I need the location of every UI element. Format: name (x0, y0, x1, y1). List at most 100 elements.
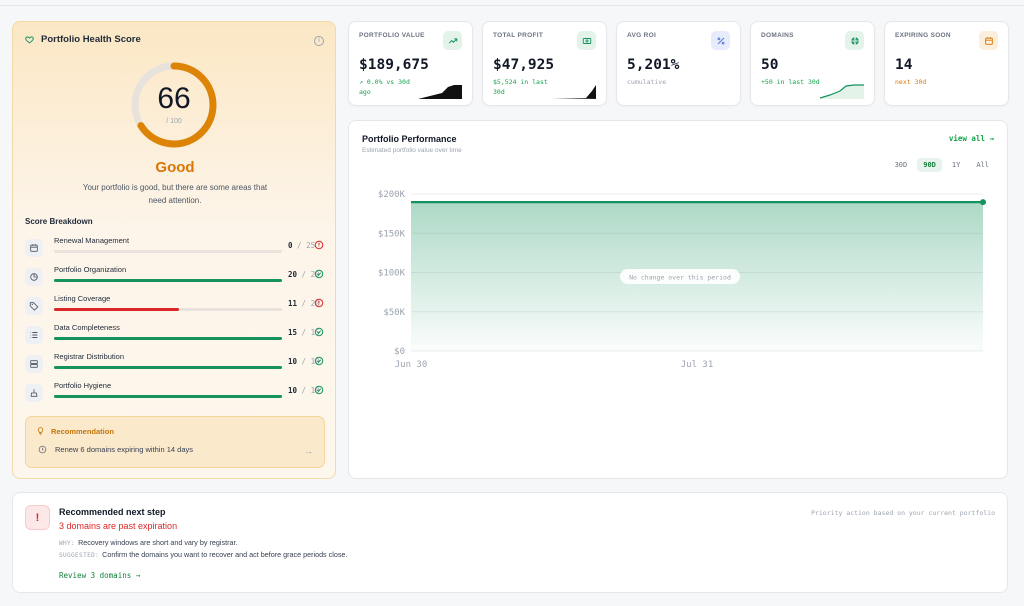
breakdown-bar (54, 308, 282, 311)
alert-circle-icon (314, 240, 324, 250)
check-circle-icon (314, 385, 324, 395)
x-tick-label: Jul 31 (681, 360, 714, 370)
kpi-sub: next 30d (895, 78, 927, 86)
calendar-alert-icon (979, 31, 998, 50)
kpi-label: TOTAL PROFIT (493, 32, 544, 39)
next-step-card: ! Recommended next step 3 domains are pa… (12, 492, 1008, 593)
breakdown-row[interactable]: Data Completeness 15 / 15 (25, 323, 325, 347)
score-description: Your portfolio is good, but there are so… (82, 183, 268, 205)
range-tab-1y[interactable]: 1Y (946, 158, 966, 172)
score-grade: Good (155, 159, 195, 176)
y-tick-label: $150K (378, 229, 406, 239)
alert-circle-icon (314, 298, 324, 308)
breakdown-bar (54, 337, 282, 340)
check-circle-icon (314, 327, 324, 337)
recommendation-item: Renew 6 domains expiring within 14 days (38, 445, 193, 454)
breakdown-row[interactable]: Listing Coverage 11 / 20 (25, 294, 325, 318)
list-icon (25, 326, 43, 344)
score-max: / 100 (166, 118, 182, 125)
series-end-point[interactable] (980, 199, 986, 206)
kpi-label: DOMAINS (761, 32, 794, 39)
kpi-card-expiring-soon[interactable]: EXPIRING SOON 14 next 30d (884, 21, 1009, 106)
recommendation-box[interactable]: Recommendation Renew 6 domains expiring … (25, 416, 325, 468)
check-circle-icon (314, 356, 324, 366)
sparkline (820, 84, 864, 99)
next-step-headline: 3 domains are past expiration (59, 521, 178, 531)
trend-up-icon: ↗ (359, 78, 367, 86)
y-tick-label: $200K (378, 190, 406, 200)
alert-icon: ! (25, 505, 50, 530)
kpi-sub: ↗ 0.0% vs 30d ago (359, 78, 410, 96)
money-icon (577, 31, 596, 50)
score-gauge: 66 / 100 (129, 60, 219, 150)
empty-note: No change over this period (629, 274, 731, 282)
next-step-suggested: SUGGESTED: Confirm the domains you want t… (59, 550, 348, 559)
range-tab-90d[interactable]: 90D (917, 158, 942, 172)
breakdown-bar-fill (54, 279, 282, 282)
health-title: Portfolio Health Score (25, 34, 141, 45)
kpi-value: $47,925 (493, 57, 555, 73)
breakdown-bar-fill (54, 337, 282, 340)
kpi-value: 5,201% (627, 57, 680, 73)
kpi-label: EXPIRING SOON (895, 32, 951, 39)
next-step-hint: Priority action based on your current po… (811, 509, 995, 517)
range-tab-30d[interactable]: 30D (889, 158, 914, 172)
breakdown-row[interactable]: Renewal Management 0 / 25 (25, 236, 325, 260)
trend-up-icon (443, 31, 462, 50)
pie-chart-icon (25, 268, 43, 286)
sparkline (552, 85, 596, 99)
range-tab-all[interactable]: All (970, 158, 995, 172)
breakdown-bar (54, 250, 282, 253)
globe-icon (845, 31, 864, 50)
x-tick-label: Jun 30 (395, 360, 428, 370)
clock-icon (38, 445, 47, 454)
arrow-right-icon[interactable]: → (304, 446, 313, 456)
server-icon (25, 355, 43, 373)
review-domains-link[interactable]: Review 3 domains → (59, 571, 140, 580)
broom-icon (25, 384, 43, 402)
breakdown-row[interactable]: Portfolio Organization 20 / 20 (25, 265, 325, 289)
breakdown-bar (54, 395, 282, 398)
y-tick-label: $50K (383, 308, 405, 318)
top-divider (0, 5, 1024, 6)
percent-icon (711, 31, 730, 50)
breakdown-bar-fill (54, 366, 282, 369)
breakdown-bar-fill (54, 395, 282, 398)
kpi-value: $189,675 (359, 57, 429, 73)
kpi-card-avg-roi[interactable]: AVG ROI 5,201% cumulative (616, 21, 741, 106)
breakdown-label: Portfolio Hygiene (54, 381, 112, 390)
info-icon[interactable]: i (314, 36, 324, 46)
next-step-title: Recommended next step (59, 507, 166, 517)
breakdown-label: Renewal Management (54, 236, 130, 245)
kpi-card-portfolio-value[interactable]: PORTFOLIO VALUE $189,675 ↗ 0.0% vs 30d ago (348, 21, 473, 106)
lightbulb-icon (37, 427, 44, 435)
y-tick-label: $100K (378, 269, 406, 279)
kpi-sub: cumulative (627, 78, 667, 86)
kpi-card-total-profit[interactable]: TOTAL PROFIT $47,925 $5,524 in last 30d (482, 21, 607, 106)
tag-icon (25, 297, 43, 315)
performance-card: Portfolio Performance Estimated portfoli… (348, 120, 1008, 479)
breakdown-label: Registrar Distribution (54, 352, 125, 361)
performance-title: Portfolio Performance (362, 134, 457, 144)
heart-icon (25, 36, 34, 44)
breakdown-row[interactable]: Portfolio Hygiene 10 / 10 (25, 381, 325, 405)
kpi-card-domains[interactable]: DOMAINS 50 +50 in last 30d (750, 21, 875, 106)
breakdown-label: Data Completeness (54, 323, 120, 332)
y-tick-label: $0 (394, 347, 405, 357)
kpi-label: AVG ROI (627, 32, 657, 39)
breakdown-row[interactable]: Registrar Distribution 10 / 10 (25, 352, 325, 376)
kpi-sub: $5,524 in last 30d (493, 78, 548, 96)
health-score-card: Portfolio Health Score i 66 / 100 Good Y… (12, 21, 336, 479)
range-selector: 30D 90D 1Y All (889, 158, 995, 172)
breakdown-bar (54, 279, 282, 282)
next-step-why: WHY: Recovery windows are short and vary … (59, 538, 238, 547)
kpi-value: 14 (895, 57, 913, 73)
view-all-link[interactable]: view all → (949, 134, 994, 143)
score-value: 66 (157, 82, 191, 115)
performance-subtitle: Estimated portfolio value over time (362, 147, 462, 154)
calendar-icon (25, 239, 43, 257)
sparkline (418, 85, 462, 99)
kpi-sub: +50 in last 30d (761, 78, 820, 86)
kpi-label: PORTFOLIO VALUE (359, 32, 425, 39)
breakdown-label: Portfolio Organization (54, 265, 127, 274)
